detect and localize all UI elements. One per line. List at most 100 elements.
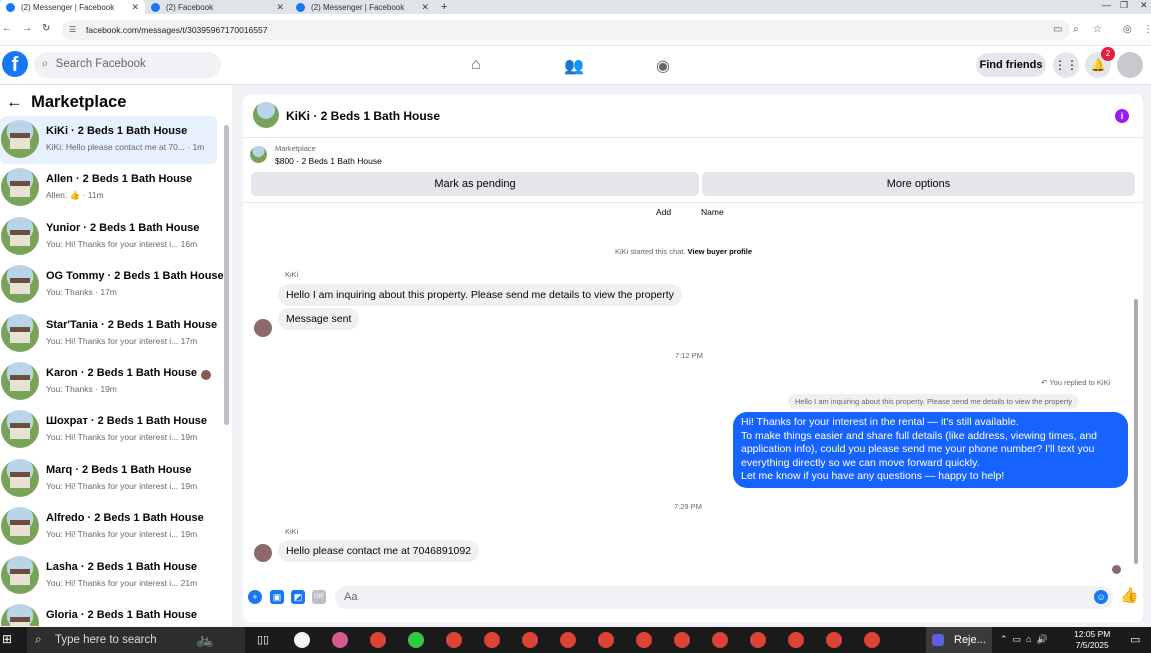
listing-thumbnail[interactable] [250,146,267,163]
chrome-icon[interactable] [446,632,462,648]
more-options-button[interactable]: More options [702,172,1135,196]
home-icon[interactable]: ⌂ [471,56,481,74]
page-title: ← Marketplace [6,93,126,112]
thumbs-up-icon[interactable]: 👍 [1120,588,1139,603]
conversation-item[interactable]: Шохрат · 2 Beds 1 Bath House You: Hi! Tha… [0,406,217,454]
menu-icon[interactable]: ⋮ [1143,24,1151,35]
taskbar-clock[interactable]: 12:05 PM 7/5/2025 [1074,629,1110,651]
conversation-item[interactable]: Star'Tania · 2 Beds 1 Bath House You: Hi!… [0,310,217,358]
chrome-icon[interactable] [674,632,690,648]
message-input[interactable]: Aa [335,586,1113,609]
conversation-item[interactable]: KiKi · 2 Beds 1 Bath House KiKi: Hello pl… [0,116,217,164]
browser-tab-2[interactable]: (2) Facebook ✕ [145,0,290,14]
message-bubble[interactable]: Hello please contact me at 7046891092 [278,540,480,562]
mark-as-pending-button[interactable]: Mark as pending [251,172,699,196]
conversation-item[interactable]: Alfredo · 2 Beds 1 Bath House You: Hi! Th… [0,503,217,551]
listing-avatar [1,265,39,303]
conversation-item[interactable]: Marq · 2 Beds 1 Bath House You: Hi! Thank… [0,455,217,503]
emoji-icon[interactable]: ☺ [1094,590,1108,604]
app-icon[interactable] [294,632,310,648]
message-composer: + ▣ ◩ GIF Aa ☺ 👍 [243,586,1143,622]
conversation-name: Marq · 2 Beds 1 Bath House [46,464,192,476]
sender-avatar[interactable] [254,544,272,562]
find-friends-button[interactable]: Find friends [976,53,1046,77]
chat-avatar[interactable] [253,102,279,128]
info-icon[interactable]: i [1115,109,1129,123]
chrome-icon[interactable] [522,632,538,648]
my-reply-bubble[interactable]: Hi! Thanks for your interest in the rent… [733,412,1128,488]
chrome-icon[interactable] [712,632,728,648]
chrome-icon[interactable] [484,632,500,648]
cast-icon[interactable]: ▭ [1053,24,1062,35]
sidebar-scrollbar[interactable] [224,125,229,425]
name-label[interactable]: Name [701,207,724,217]
conversation-item[interactable]: Yunior · 2 Beds 1 Bath House You: Hi! Tha… [0,213,217,261]
friends-icon[interactable]: 👥 [564,56,584,76]
browser-tab-bar: (2) Messenger | Facebook ✕ (2) Facebook … [0,0,1151,14]
search-input[interactable]: ⌕ Search Facebook [34,52,221,78]
quoted-message[interactable]: Hello I am inquiring about this property… [788,394,1080,409]
reload-icon[interactable]: ↻ [42,23,50,34]
app-icon[interactable] [408,632,424,648]
chrome-icon[interactable] [788,632,804,648]
view-buyer-profile-link[interactable]: View buyer profile [688,247,752,256]
restore-icon[interactable]: ❐ [1120,0,1128,11]
conversation-name: OG Tommy · 2 Beds 1 Bath House [46,270,224,282]
conversation-item[interactable]: OG Tommy · 2 Beds 1 Bath House You: Thank… [0,261,224,309]
message-bubble[interactable]: Hello I am inquiring about this property… [278,284,682,306]
active-taskbar-app[interactable]: Reje... [926,627,992,653]
conversation-preview: You: Hi! Thanks for your interest i... 1… [46,432,198,442]
conversation-item[interactable]: Allen · 2 Beds 1 Bath House Allen: 👍 · 11… [0,164,217,212]
facebook-logo-icon[interactable]: f [2,51,28,77]
close-tab-icon[interactable]: ✕ [421,2,429,13]
chrome-icon[interactable] [864,632,880,648]
message-bubble[interactable]: Message sent [278,308,360,330]
gif-icon[interactable]: GIF [312,590,326,604]
conversation-item[interactable]: Karon · 2 Beds 1 Bath House You: Thanks ·… [0,358,217,406]
back-arrow-icon[interactable]: ← [6,93,23,111]
windows-start-icon[interactable]: ⊞ [2,633,14,645]
chrome-icon[interactable] [750,632,766,648]
sticker-icon[interactable]: ◩ [291,590,305,604]
groups-icon[interactable]: ◉ [656,56,670,76]
facebook-favicon-icon [151,2,160,12]
account-avatar[interactable] [1117,52,1143,78]
chrome-icon[interactable] [598,632,614,648]
chrome-icon[interactable] [370,632,386,648]
address-bar: ← → ↻ facebook.com/messages/t/3039596717… [0,14,1151,46]
close-tab-icon[interactable]: ✕ [276,2,284,13]
chrome-icon[interactable] [560,632,576,648]
add-label[interactable]: Add [656,207,671,217]
conversation-item[interactable]: Gloria · 2 Beds 1 Bath House [0,600,217,626]
site-settings-icon[interactable]: ☰ [69,25,76,34]
system-tray[interactable]: ⌃ ▭ ⌂ 🔊 [1000,634,1048,645]
menu-grid-icon[interactable]: ⋮⋮ [1053,52,1079,78]
task-view-icon[interactable]: ▯▯ [257,633,269,646]
forward-icon[interactable]: → [22,23,32,34]
chrome-icon[interactable] [826,632,842,648]
photo-icon[interactable]: ▣ [270,590,284,604]
plus-icon[interactable]: + [248,590,262,604]
chat-title[interactable]: KiKi · 2 Beds 1 Bath House [286,109,440,123]
notification-center-icon[interactable]: ▭ [1130,633,1140,646]
chrome-icon[interactable] [636,632,652,648]
profile-icon[interactable]: ◎ [1123,24,1132,35]
chat-scrollbar[interactable] [1134,299,1138,564]
sender-avatar[interactable] [254,319,272,337]
close-window-icon[interactable]: ✕ [1140,0,1148,11]
back-icon[interactable]: ← [2,23,12,34]
listing-price[interactable]: $800 - 2 Beds 1 Bath House [275,156,382,166]
tab-title: (2) Messenger | Facebook [21,2,115,12]
browser-tab-3[interactable]: (2) Messenger | Facebook ✕ [290,0,435,14]
marketplace-conversation-list: ← Marketplace KiKi · 2 Beds 1 Bath House… [0,85,232,626]
minimize-icon[interactable]: — [1102,0,1111,10]
conversation-item[interactable]: Lasha · 2 Beds 1 Bath House You: Hi! Than… [0,552,217,600]
zoom-icon[interactable]: ⌕ [1073,24,1079,35]
message-placeholder: Aa [344,591,358,603]
url-field[interactable]: facebook.com/messages/t/3039596717001655… [62,20,1070,40]
bookmark-star-icon[interactable]: ☆ [1093,24,1102,35]
app-icon[interactable] [332,632,348,648]
new-tab-icon[interactable]: + [441,1,447,13]
close-tab-icon[interactable]: ✕ [131,2,139,13]
browser-tab-1[interactable]: (2) Messenger | Facebook ✕ [0,0,145,14]
